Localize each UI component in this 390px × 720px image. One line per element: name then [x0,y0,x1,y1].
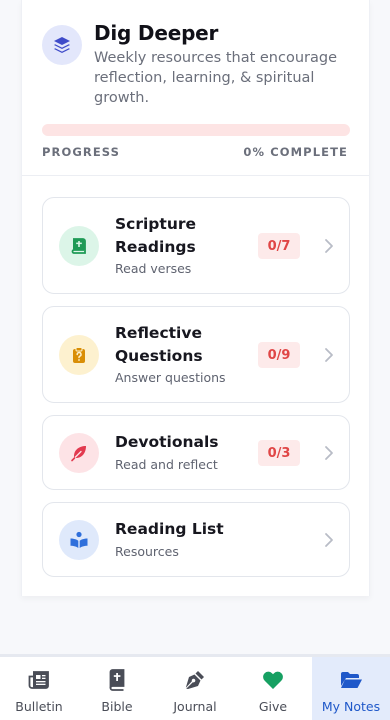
tab-journal[interactable]: Journal [156,657,234,720]
progress-percent: 0% COMPLETE [243,145,348,159]
item-progress-badge: 0/3 [258,440,300,466]
item-progress-badge: 0/9 [258,342,300,368]
chevron-right-icon [325,533,333,547]
bible-book-icon [59,226,99,266]
item-title: Reading List [115,520,224,538]
item-title: Devotionals [115,433,219,451]
pen-nib-icon [183,668,207,692]
tab-label: My Notes [321,699,381,714]
bible-icon [105,668,129,692]
layers-icon [42,25,82,65]
tab-bulletin[interactable]: Bulletin [0,657,78,720]
card-header: Dig Deeper Weekly resources that encoura… [22,0,369,176]
tab-label: Bible [101,699,133,714]
item-progress-badge: 0/7 [258,233,300,259]
item-title: Scripture Readings [115,215,197,256]
list-item-reflective-questions[interactable]: Reflective Questions Answer questions 0/… [42,306,350,403]
tab-bible[interactable]: Bible [78,657,156,720]
item-subtitle: Resources [115,544,179,559]
open-book-reader-icon [59,520,99,560]
list-item-reading-list[interactable]: Reading List Resources [42,502,350,577]
feather-icon [59,433,99,473]
item-subtitle: Answer questions [115,370,226,385]
bottom-tab-bar: Bulletin Bible Journal Give My Notes [0,654,390,720]
list-item-devotionals[interactable]: Devotionals Read and reflect 0/3 [42,415,350,490]
tab-label: Give [258,699,288,714]
page-subtitle: Weekly resources that encourage reflecti… [94,50,337,106]
item-subtitle: Read verses [115,261,192,276]
list-item-scripture-readings[interactable]: Scripture Readings Read verses 0/7 [42,197,350,294]
newspaper-icon [27,668,51,692]
heart-icon [261,668,285,692]
tab-label: Bulletin [15,699,63,714]
dig-deeper-card: Dig Deeper Weekly resources that encoura… [21,0,370,596]
chevron-right-icon [325,446,333,460]
tab-give[interactable]: Give [234,657,312,720]
folder-open-icon [339,668,363,692]
progress-label: PROGRESS [42,145,121,159]
chevron-right-icon [325,348,333,362]
progress-bar [42,124,350,136]
item-title: Reflective Questions [115,324,203,365]
tab-my-notes[interactable]: My Notes [312,657,390,720]
page: Dig Deeper Weekly resources that encoura… [0,0,390,720]
tab-label: Journal [173,699,217,714]
item-subtitle: Read and reflect [115,457,218,472]
page-title: Dig Deeper [94,21,219,45]
question-clipboard-icon [59,335,99,375]
chevron-right-icon [325,239,333,253]
